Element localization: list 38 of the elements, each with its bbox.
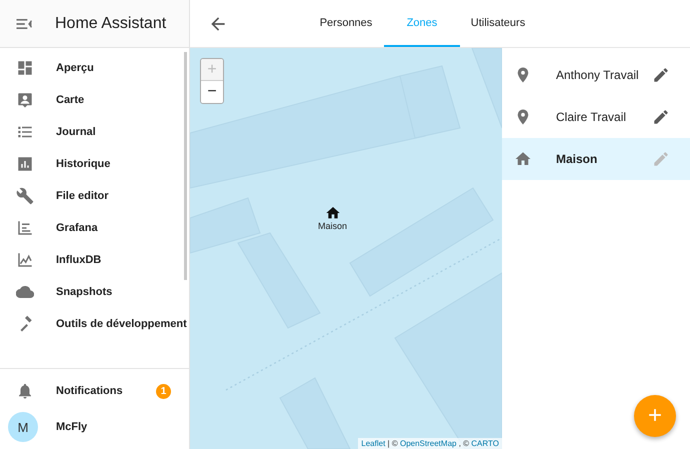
home-marker-icon <box>324 205 340 221</box>
edit-button[interactable] <box>652 108 670 126</box>
notifications-item[interactable]: Notifications 1 <box>0 373 189 409</box>
pencil-icon <box>652 150 670 168</box>
pencil-icon <box>652 108 670 126</box>
sidebar-item[interactable]: Aperçu <box>0 52 189 84</box>
zone-item[interactable]: Anthony Travail <box>502 54 690 96</box>
home-icon <box>514 150 532 168</box>
zone-item[interactable]: Claire Travail <box>502 96 690 138</box>
sidebar-item[interactable]: Journal <box>0 116 189 148</box>
sidebar-item[interactable]: Snapshots <box>0 276 189 308</box>
line-chart-icon <box>16 251 34 269</box>
bar-chart-icon <box>16 155 34 173</box>
sidebar-item[interactable]: File editor <box>0 180 189 212</box>
user-item[interactable]: M McFly <box>0 409 189 445</box>
chart-lines-icon <box>16 219 34 237</box>
app-title: Home Assistant <box>55 14 166 32</box>
wrench-icon <box>16 187 34 205</box>
marker-label: Maison <box>318 221 348 231</box>
attribution-link[interactable]: CARTO <box>471 439 499 448</box>
sidebar-item[interactable]: Grafana <box>0 212 189 244</box>
attribution-link[interactable]: Leaflet <box>361 439 386 448</box>
sidebar-item[interactable]: Carte <box>0 84 189 116</box>
bell-icon <box>16 382 34 400</box>
cloud-icon <box>16 283 34 301</box>
sidebar-item[interactable]: Historique <box>0 148 189 180</box>
attribution-link[interactable]: OpenStreetMap <box>400 439 456 448</box>
map-attribution: Leaflet | © OpenStreetMap , © CARTO <box>358 438 502 449</box>
dashboard-icon <box>16 59 34 77</box>
pencil-icon <box>652 66 670 84</box>
sidebar-item[interactable]: Outils de développement <box>0 308 189 340</box>
edit-button[interactable] <box>652 66 670 84</box>
notification-count: 1 <box>156 384 171 398</box>
tab[interactable]: Personnes <box>308 0 384 47</box>
zoom-out-button[interactable]: − <box>201 81 223 103</box>
user-avatar: M <box>8 412 38 442</box>
sidebar-item[interactable]: InfluxDB <box>0 244 189 276</box>
tab[interactable]: Utilisateurs <box>460 0 536 47</box>
